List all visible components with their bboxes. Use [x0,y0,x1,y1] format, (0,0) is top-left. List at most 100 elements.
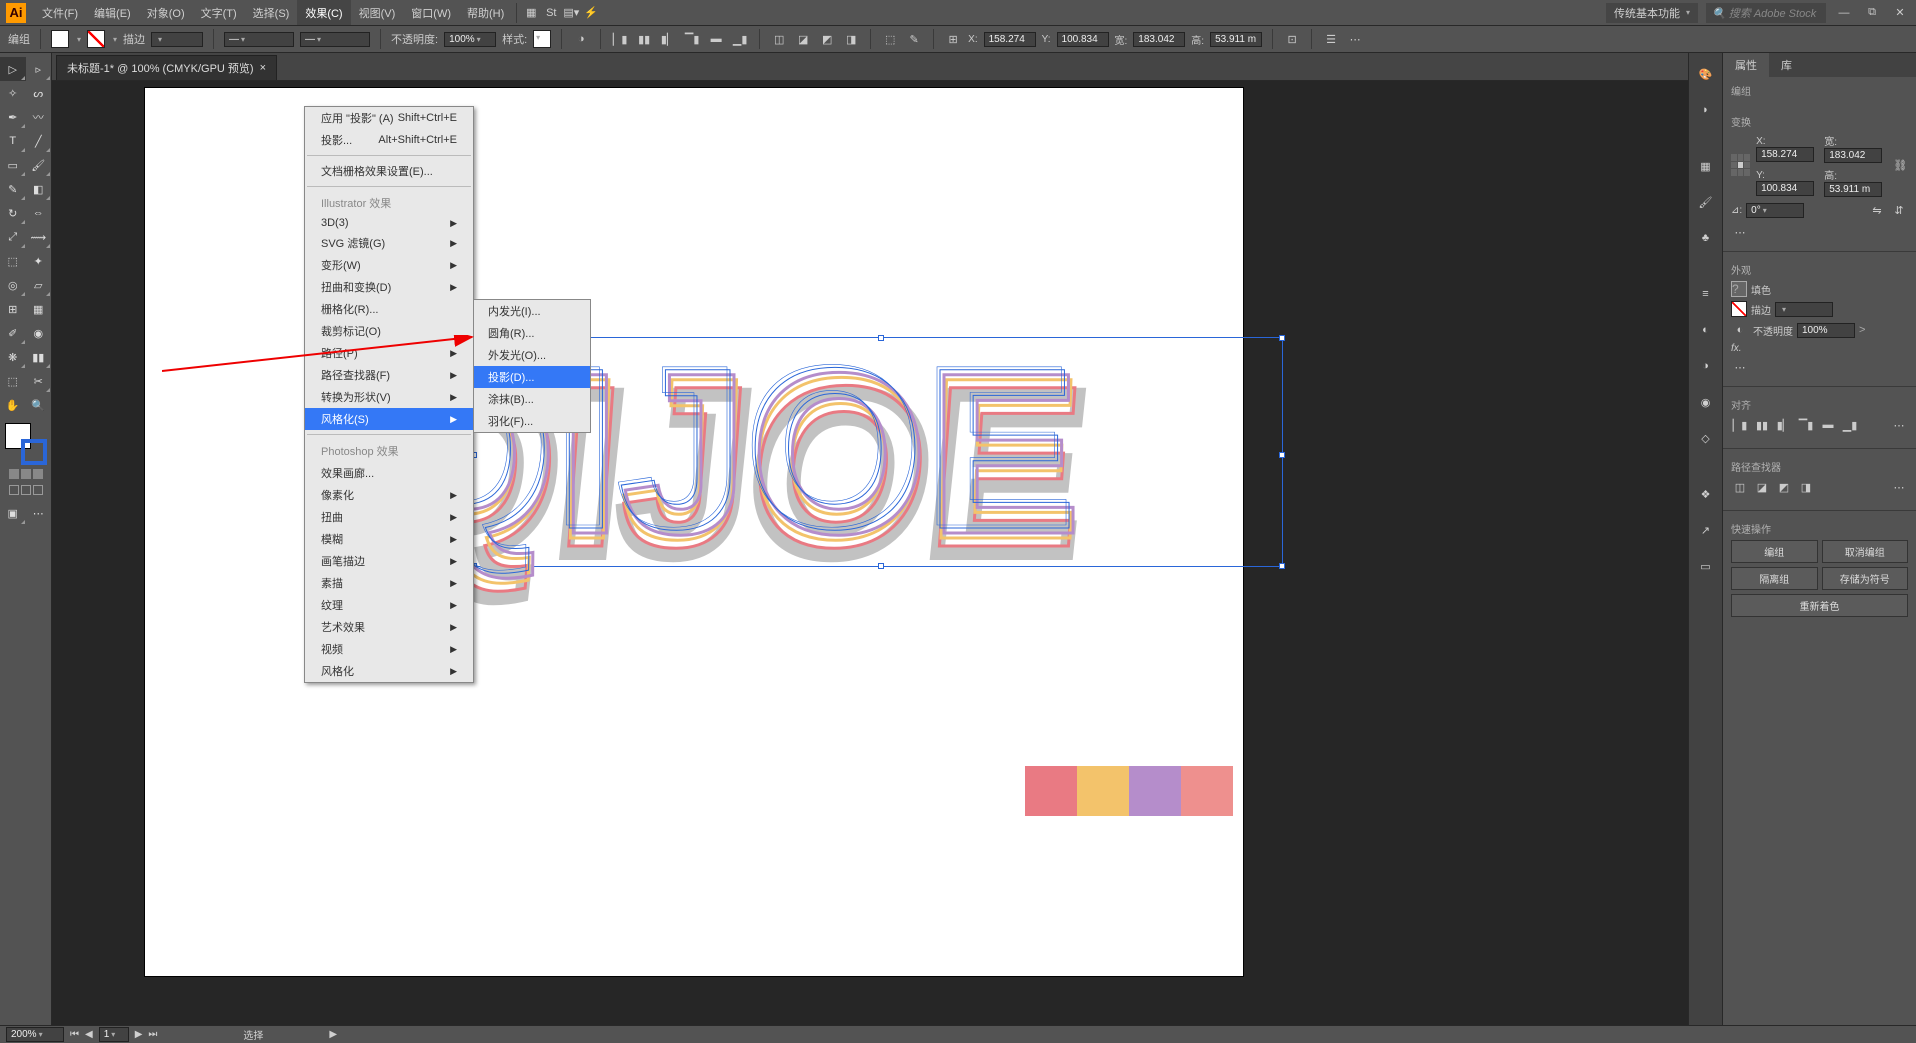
opacity-input[interactable]: 100% [444,32,496,47]
shape-mode-unite-icon[interactable]: ◫ [770,30,788,48]
flip-h-icon[interactable]: ⇋ [1868,201,1886,219]
workspace-switcher[interactable]: 传统基本功能 [1606,3,1698,23]
menu-select[interactable]: 选择(S) [245,0,298,25]
menu-file[interactable]: 文件(F) [34,0,86,25]
appearance-fill[interactable]: 填色 [1751,282,1771,297]
align-b-icon[interactable]: ▁▮ [1841,416,1859,434]
color-mode-row[interactable] [0,469,51,479]
menu-reapply-effect[interactable]: 投影...Alt+Shift+Ctrl+E [305,129,473,151]
rectangle-tool[interactable]: ▭ [0,153,26,177]
hand-tool[interactable]: ✋ [0,393,26,417]
menu-rasterize[interactable]: 栅格化(R)... [305,298,473,320]
tab-close-icon[interactable]: × [260,62,266,74]
align-hcenter-icon[interactable]: ▮▮ [635,30,653,48]
free-transform-tool[interactable]: ⬚ [0,249,26,273]
shape-mode-intersect-icon[interactable]: ◩ [818,30,836,48]
flip-v-icon[interactable]: ⇵ [1890,201,1908,219]
graph-tool[interactable]: ▮▮ [26,345,52,369]
zoom-tool[interactable]: 🔍 [26,393,52,417]
prop-w[interactable]: 183.042 [1824,148,1882,163]
color-guide-panel-icon[interactable]: ◗ [1693,97,1719,123]
slice-tool[interactable]: ✂ [26,369,52,393]
h-input[interactable]: 53.911 m [1210,32,1262,47]
pf-unite-icon[interactable]: ◫ [1731,478,1749,496]
align-hc-icon[interactable]: ▮▮ [1753,416,1771,434]
paintbrush-tool[interactable]: 🖌 [26,153,52,177]
line-tool[interactable]: ╱ [26,129,52,153]
menu-edit[interactable]: 编辑(E) [86,0,139,25]
window-close[interactable]: ✕ [1890,6,1910,20]
brushes-panel-icon[interactable]: 🖌 [1693,189,1719,215]
zoom-level[interactable]: 200% [6,1027,64,1042]
libraries-tab[interactable]: 库 [1769,53,1804,77]
menu-apply-effect[interactable]: 应用 "投影" (A)Shift+Ctrl+E [305,107,473,129]
edit-toolbar[interactable]: ⋯ [26,501,52,525]
lasso-tool[interactable]: ᔕ [26,81,52,105]
arrange-icon[interactable]: ▤▾ [561,3,581,23]
menu-warp[interactable]: 变形(W)▶ [305,254,473,276]
stroke-label[interactable]: 描边 [123,31,145,47]
appearance-opacity[interactable]: 100% [1797,323,1855,338]
mesh-tool[interactable]: ⊞ [0,297,26,321]
symbols-panel-icon[interactable]: ♣ [1693,225,1719,251]
appearance-more-icon[interactable]: ⋯ [1731,358,1749,376]
quick-recolor[interactable]: 重新着色 [1731,594,1908,617]
menu-crop-marks[interactable]: 裁剪标记(O) [305,320,473,342]
reference-point[interactable]: ⊞ [944,30,962,48]
gradient-tool[interactable]: ▦ [26,297,52,321]
width-tool[interactable]: ⟿ [26,225,52,249]
reflect-tool[interactable]: ⇔ [26,201,52,225]
symbol-sprayer-tool[interactable]: ❋ [0,345,26,369]
menu-doc-raster-settings[interactable]: 文档栅格效果设置(E)... [305,160,473,182]
align-vc-icon[interactable]: ▬ [1819,416,1837,434]
prop-y[interactable]: 100.834 [1756,181,1814,196]
menu-brush-strokes[interactable]: 画笔描边▶ [305,550,473,572]
editcontent-icon[interactable]: ✎ [905,30,923,48]
sub-scribble[interactable]: 涂抹(B)... [474,388,590,410]
graphic-styles-panel-icon[interactable]: ◇ [1693,425,1719,451]
variable-width-profile[interactable]: — [224,32,294,47]
canvas[interactable]: QIJOE QIJOE QIJOE QIJOE QIJOE QIJOE [52,81,1688,1025]
transparency-panel-icon[interactable]: ◑ [1693,353,1719,379]
window-restore[interactable]: ⧉ [1862,6,1882,20]
ref-point-grid[interactable] [1731,154,1750,176]
quick-ungroup[interactable]: 取消编组 [1822,540,1909,563]
align-r-icon[interactable]: ▮▏ [1775,416,1793,434]
sub-inner-glow[interactable]: 内发光(I)... [474,300,590,322]
menu-pathfinder[interactable]: 路径查找器(F)▶ [305,364,473,386]
pf-more-icon[interactable]: ⋯ [1890,478,1908,496]
rotate-tool[interactable]: ↻ [0,201,26,225]
menu-convert-shape[interactable]: 转换为形状(V)▶ [305,386,473,408]
prop-x[interactable]: 158.274 [1756,147,1814,162]
fill-swatch[interactable] [51,30,69,48]
shaper-tool[interactable]: ✎ [0,177,26,201]
shape-mode-exclude-icon[interactable]: ◨ [842,30,860,48]
menu-distort[interactable]: 扭曲▶ [305,506,473,528]
sub-feather[interactable]: 羽化(F)... [474,410,590,432]
screen-mode-tool[interactable]: ▣ [0,501,26,525]
align-vcenter-icon[interactable]: ▬ [707,30,725,48]
menu-effect[interactable]: 效果(C) [297,0,350,25]
style-swatch[interactable] [533,30,551,48]
color-panel-icon[interactable]: 🎨 [1693,61,1719,87]
brush-definition[interactable]: — [300,32,370,47]
nav-last-icon[interactable]: ⏭ [148,1029,157,1040]
layers-panel-icon[interactable]: ❖ [1693,481,1719,507]
align-bottom-icon[interactable]: ▁▮ [731,30,749,48]
draw-mode-row[interactable] [0,485,51,495]
artboards-panel-icon[interactable]: ▭ [1693,553,1719,579]
menu-effect-gallery[interactable]: 效果画廊... [305,462,473,484]
appearance-panel-icon[interactable]: ◉ [1693,389,1719,415]
nav-first-icon[interactable]: ⏮ [70,1029,79,1040]
selection-tool[interactable]: ▷ [0,57,26,81]
menu-distort-transform[interactable]: 扭曲和变换(D)▶ [305,276,473,298]
perspective-tool[interactable]: ▱ [26,273,52,297]
pf-minus-icon[interactable]: ◪ [1753,478,1771,496]
menu-stylize[interactable]: 风格化(S)▶ [305,408,473,430]
stroke-panel-icon[interactable]: ≡ [1693,281,1719,307]
gpu-icon[interactable]: ⚡ [581,3,601,23]
nav-next-icon[interactable]: ▶ [135,1029,143,1040]
eyedropper-tool[interactable]: ✐ [0,321,26,345]
align-left-icon[interactable]: ▏▮ [611,30,629,48]
stroke-width[interactable] [151,32,203,47]
